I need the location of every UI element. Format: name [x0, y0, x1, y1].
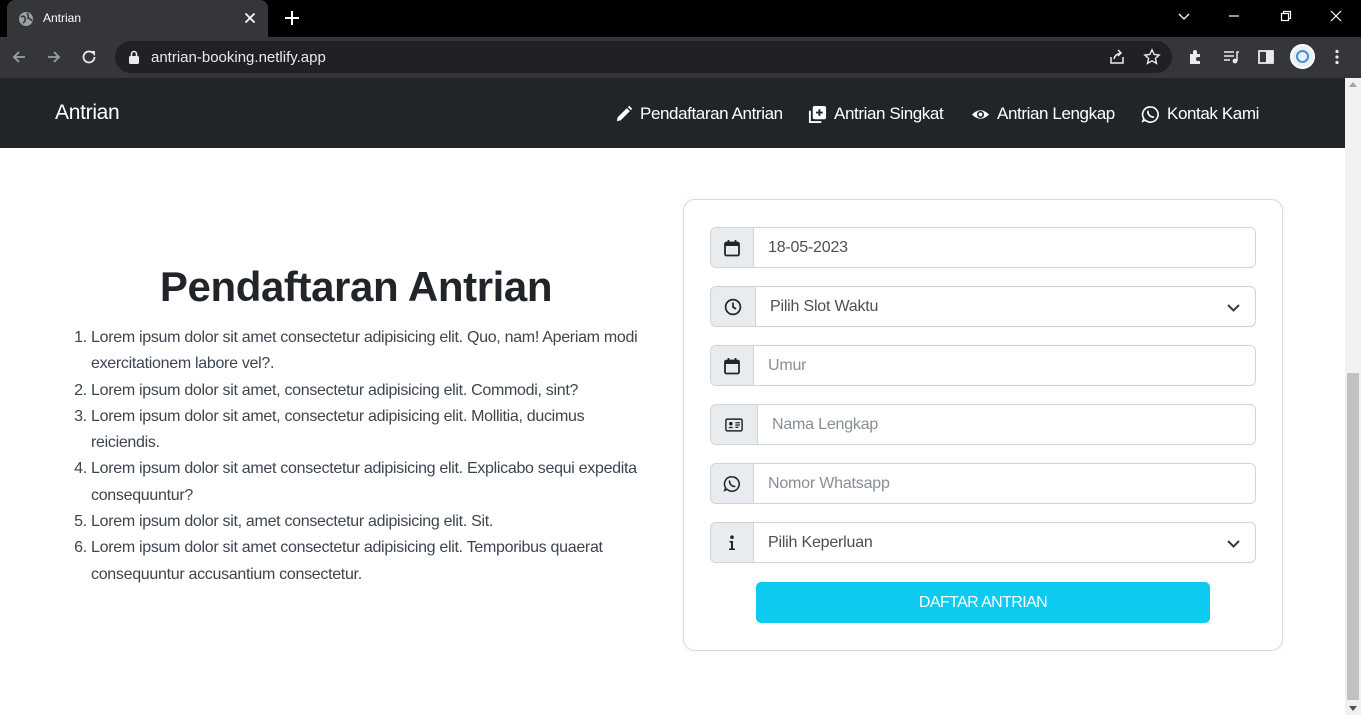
new-tab-icon[interactable]	[283, 9, 301, 27]
nav-link-kontak-kami[interactable]: Kontak Kami	[1141, 103, 1259, 125]
date-input-group	[710, 227, 1256, 268]
menu-dots-icon[interactable]	[1328, 48, 1346, 66]
nav-link-label: Pendaftaran Antrian	[640, 104, 783, 123]
whatsapp-input-group	[710, 463, 1256, 504]
share-icon[interactable]	[1108, 48, 1126, 66]
clock-icon	[724, 298, 742, 315]
close-window-icon[interactable]	[1328, 8, 1344, 24]
age-addon	[711, 346, 754, 385]
globe-icon	[19, 12, 33, 26]
eye-icon	[971, 109, 990, 119]
time-slot-addon	[711, 287, 756, 326]
navbar: Antrian Pendaftaran Antrian Antrian Sing…	[0, 78, 1345, 148]
whatsapp-addon	[711, 464, 754, 503]
list-item: Lorem ipsum dolor sit amet consectetur a…	[91, 535, 641, 588]
tab-title: Antrian	[43, 11, 82, 25]
nav-link-antrian-lengkap[interactable]: Antrian Lengkap	[971, 103, 1115, 125]
purpose-select[interactable]: Pilih Keperluan	[754, 523, 1255, 562]
close-tab-icon[interactable]	[242, 10, 258, 26]
bookmark-star-icon[interactable]	[1143, 48, 1161, 66]
scrollbar-thumb[interactable]	[1347, 373, 1359, 700]
whatsapp-input[interactable]	[754, 464, 1255, 503]
reload-icon[interactable]	[80, 48, 98, 66]
forward-icon[interactable]	[45, 48, 63, 66]
profile-avatar[interactable]	[1290, 44, 1315, 69]
tab-search-icon[interactable]	[1176, 8, 1192, 24]
restore-icon[interactable]	[1278, 8, 1294, 24]
name-input-group	[710, 404, 1256, 445]
avatar-logo	[1296, 50, 1309, 63]
page-scrollbar[interactable]	[1345, 78, 1361, 715]
whatsapp-icon	[1141, 105, 1159, 123]
side-panel-icon[interactable]	[1257, 48, 1275, 66]
media-control-icon[interactable]	[1222, 48, 1240, 66]
list-item: Lorem ipsum dolor sit amet, consectetur …	[91, 404, 641, 457]
list-item: Lorem ipsum dolor sit amet, consectetur …	[91, 378, 641, 404]
time-slot-select[interactable]: Pilih Slot Waktu	[756, 287, 1255, 326]
lock-icon[interactable]	[128, 50, 140, 64]
purpose-select-value: Pilih Keperluan	[768, 533, 873, 551]
calendar-icon	[724, 239, 740, 256]
registration-form-card: Pilih Slot Waktu	[683, 199, 1283, 651]
list-item: Lorem ipsum dolor sit amet consectetur a…	[91, 456, 641, 509]
browser-tab-strip: Antrian	[0, 0, 1361, 37]
list-item: Lorem ipsum dolor sit amet consectetur a…	[91, 325, 641, 378]
chevron-down-icon	[1227, 304, 1240, 312]
url-text: antrian-booking.netlify.app	[151, 49, 326, 66]
browser-toolbar: antrian-booking.netlify.app	[0, 37, 1361, 78]
age-input-group	[710, 345, 1256, 386]
scroll-down-arrow[interactable]	[1349, 706, 1357, 711]
minimize-icon[interactable]	[1226, 8, 1242, 24]
nav-link-antrian-singkat[interactable]: Antrian Singkat	[808, 103, 944, 125]
address-bar[interactable]: antrian-booking.netlify.app	[115, 41, 1172, 73]
scroll-up-arrow[interactable]	[1349, 82, 1357, 87]
info-list: Lorem ipsum dolor sit amet consectetur a…	[91, 325, 641, 588]
age-input[interactable]	[754, 346, 1255, 385]
nav-link-pendaftaran-antrian[interactable]: Pendaftaran Antrian	[614, 103, 783, 125]
calendar-icon	[724, 357, 740, 374]
info-icon	[729, 534, 735, 550]
purpose-addon	[711, 523, 754, 562]
list-item: Lorem ipsum dolor sit, amet consectetur …	[91, 509, 641, 535]
full-name-input[interactable]	[758, 405, 1255, 444]
extensions-icon[interactable]	[1187, 48, 1205, 66]
purpose-group: Pilih Keperluan	[710, 522, 1256, 563]
page-viewport: Antrian Pendaftaran Antrian Antrian Sing…	[0, 78, 1345, 715]
page-title: Pendaftaran Antrian	[159, 263, 553, 310]
name-addon	[711, 405, 758, 444]
nav-link-label: Antrian Lengkap	[997, 104, 1115, 123]
pencil-icon	[616, 105, 633, 121]
nav-link-label: Antrian Singkat	[834, 104, 944, 123]
date-input[interactable]	[754, 228, 1255, 267]
chevron-down-icon	[1227, 540, 1240, 548]
nav-link-label: Kontak Kami	[1167, 104, 1259, 123]
submit-button[interactable]: DAFTAR ANTRIAN	[756, 582, 1210, 623]
back-icon[interactable]	[10, 48, 28, 66]
browser-tab[interactable]: Antrian	[7, 0, 268, 37]
date-addon	[711, 228, 754, 267]
time-slot-select-value: Pilih Slot Waktu	[770, 297, 879, 315]
whatsapp-icon	[723, 475, 740, 492]
navbar-brand[interactable]: Antrian	[55, 101, 120, 125]
plus-square-icon	[808, 105, 827, 123]
time-slot-group: Pilih Slot Waktu	[710, 286, 1256, 327]
id-card-icon	[725, 417, 743, 432]
